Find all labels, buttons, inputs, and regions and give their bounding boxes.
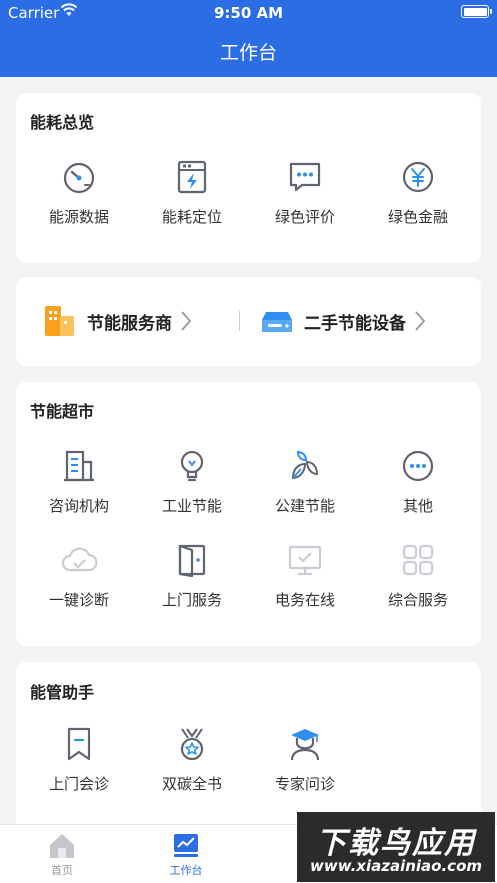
expert-icon	[290, 729, 320, 761]
carbon-book-item[interactable]: 双碳全书	[136, 726, 248, 794]
expert-consult-item[interactable]: 专家问诊	[249, 726, 361, 794]
power-online-label: 电务在线	[274, 591, 335, 609]
yuan-icon	[402, 161, 434, 193]
dashboard-icon	[174, 834, 198, 857]
status-bar: Carrier 9:50 AM	[0, 0, 497, 26]
other-item[interactable]: 其他	[362, 448, 474, 516]
divider	[239, 311, 240, 331]
energy-location-item[interactable]: 能耗定位	[136, 159, 248, 227]
chevron-right-icon	[415, 311, 426, 331]
bookmark-icon	[67, 727, 91, 761]
office-icon	[64, 450, 94, 482]
public-building-label: 公建节能	[274, 497, 335, 515]
grid-icon	[402, 544, 434, 576]
more-icon	[402, 450, 434, 482]
tab-workbench[interactable]: 工作台	[146, 830, 226, 878]
tab-home[interactable]: 首页	[22, 830, 102, 878]
energy-data-label: 能源数据	[48, 208, 109, 226]
watermark-logo: 下载鸟应用 www.xiazainiao.com	[297, 812, 495, 882]
watermark-url: www.xiazainiao.com	[309, 857, 483, 875]
tab-home-label: 首页	[51, 864, 73, 877]
watermark-title: 下载鸟应用	[316, 826, 476, 861]
market-title: 节能超市	[30, 402, 95, 421]
onsite-consult-label: 上门会诊	[48, 775, 109, 793]
green-rating-item[interactable]: 绿色评价	[249, 159, 361, 227]
home-icon	[50, 834, 74, 858]
energy-location-label: 能耗定位	[161, 208, 222, 226]
medal-icon	[180, 728, 204, 761]
consulting-item[interactable]: 咨询机构	[23, 448, 135, 516]
consulting-label: 咨询机构	[48, 497, 109, 515]
other-label: 其他	[402, 497, 433, 515]
building-icon	[45, 306, 74, 336]
app-header: Carrier 9:50 AM 工作台	[0, 0, 497, 77]
cloud-check-icon	[61, 547, 97, 572]
market-card: 节能超市 咨询机构 工业节能 公建节能 其他 一键诊断 上门服务 电务在线 综合…	[16, 382, 481, 646]
leaves-icon	[291, 450, 319, 480]
used-equipment-label: 二手节能设备	[304, 313, 406, 334]
meter-icon	[177, 160, 207, 194]
diagnosis-item[interactable]: 一键诊断	[23, 542, 135, 610]
industrial-label: 工业节能	[161, 497, 222, 515]
page-title: 工作台	[219, 42, 277, 64]
service-provider-label: 节能服务商	[87, 313, 172, 334]
public-building-item[interactable]: 公建节能	[249, 448, 361, 516]
expert-consult-label: 专家问诊	[274, 775, 335, 793]
device-icon	[262, 312, 292, 332]
assistant-title: 能管助手	[30, 683, 95, 702]
onsite-service-item[interactable]: 上门服务	[136, 542, 248, 610]
monitor-icon	[288, 545, 322, 576]
green-finance-label: 绿色金融	[387, 208, 448, 226]
assistant-card: 能管助手 上门会诊 双碳全书 专家问诊	[16, 662, 481, 837]
energy-overview-card: 能耗总览 能源数据 能耗定位 绿色评价 绿色金融	[16, 93, 481, 263]
gauge-icon	[63, 162, 95, 194]
integrated-service-label: 综合服务	[387, 591, 448, 609]
service-provider-link[interactable]: 节能服务商	[43, 291, 192, 351]
bulb-icon	[180, 450, 204, 482]
integrated-service-item[interactable]: 综合服务	[362, 542, 474, 610]
industrial-item[interactable]: 工业节能	[136, 448, 248, 516]
diagnosis-label: 一键诊断	[48, 591, 109, 609]
power-online-item[interactable]: 电务在线	[249, 542, 361, 610]
clock: 9:50 AM	[213, 4, 284, 22]
carbon-book-label: 双碳全书	[161, 775, 222, 793]
used-equipment-link[interactable]: 二手节能设备	[260, 291, 426, 351]
services-card: 节能服务商 二手节能设备	[16, 277, 481, 366]
onsite-service-label: 上门服务	[161, 591, 222, 609]
energy-overview-title: 能耗总览	[30, 113, 95, 132]
energy-data-item[interactable]: 能源数据	[23, 159, 135, 227]
green-finance-item[interactable]: 绿色金融	[362, 159, 474, 227]
battery-icon	[461, 5, 492, 18]
door-icon	[178, 544, 206, 578]
onsite-consult-item[interactable]: 上门会诊	[23, 726, 135, 794]
chat-icon	[289, 162, 321, 192]
green-rating-label: 绿色评价	[274, 208, 335, 226]
chevron-right-icon	[181, 311, 192, 331]
tab-workbench-label: 工作台	[169, 864, 203, 877]
